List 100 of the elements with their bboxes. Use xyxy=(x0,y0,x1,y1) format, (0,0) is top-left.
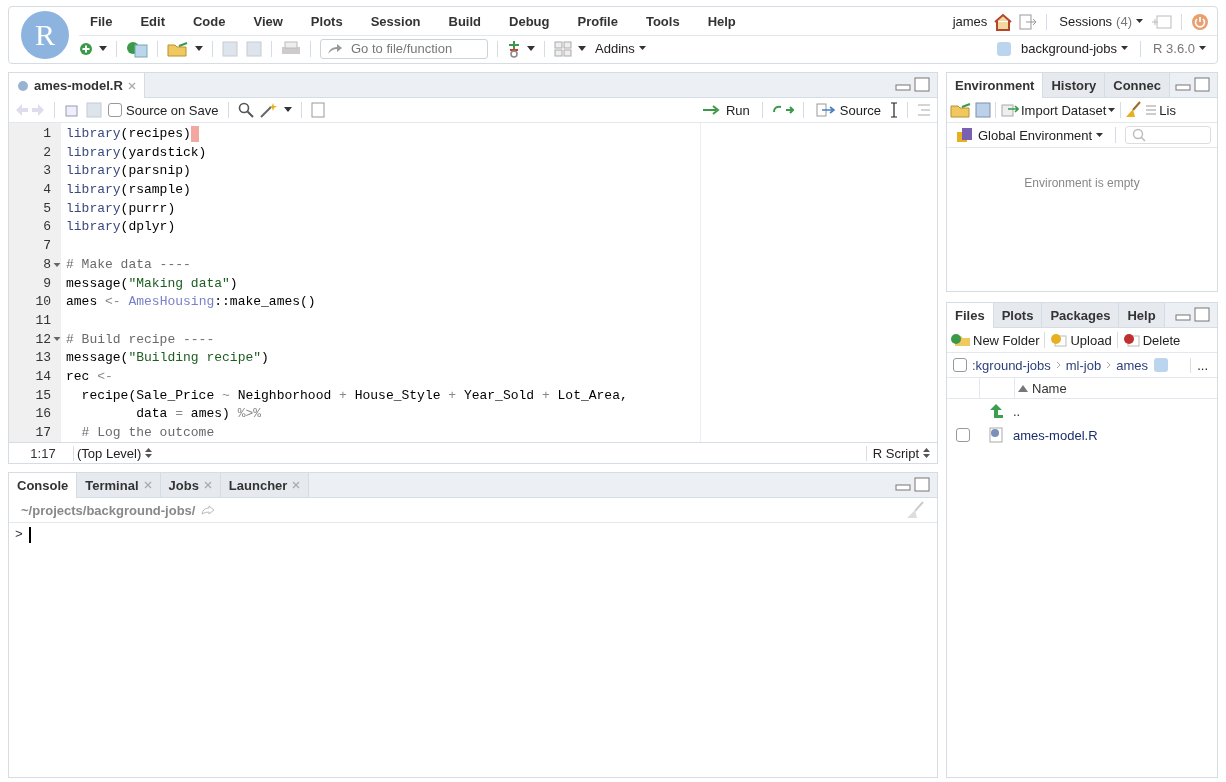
new-project-icon[interactable] xyxy=(126,39,148,58)
addins-menu[interactable]: Addins xyxy=(592,41,649,56)
code-line: recipe(Sale_Price ~ Neighborhood + House_Style + Year_Sold + Lot_Area, xyxy=(80,386,628,405)
arrow-icon xyxy=(327,42,343,55)
breadcrumb-link[interactable]: :kground-jobs xyxy=(972,357,1051,373)
project-icon[interactable] xyxy=(1153,357,1169,373)
console-tab[interactable]: Console xyxy=(9,473,78,498)
scope-menu[interactable]: (Top Level) xyxy=(74,445,156,461)
folder-icon[interactable] xyxy=(167,40,189,57)
select-all-checkbox[interactable] xyxy=(953,358,967,372)
chevron-icon xyxy=(1106,361,1112,369)
file-tab[interactable]: ames-model.R xyxy=(9,73,145,98)
window-controls-icon[interactable] xyxy=(1175,307,1211,323)
file-name-link[interactable]: .. xyxy=(1013,403,1021,419)
text-cursor-icon xyxy=(890,102,898,118)
close-icon[interactable] xyxy=(203,481,212,489)
arrow-icon[interactable] xyxy=(201,505,216,515)
name-column-header[interactable]: Name xyxy=(1015,380,1070,396)
code-line: library(purrr) xyxy=(66,199,176,218)
save-icon[interactable] xyxy=(222,40,238,57)
environment-tab[interactable]: History xyxy=(1043,73,1106,97)
environment-scope-menu[interactable]: Global Environment xyxy=(953,127,1107,143)
line-number: 16 xyxy=(35,405,51,424)
breadcrumb-link[interactable]: ames xyxy=(1116,357,1148,373)
menu-item[interactable]: Plots xyxy=(299,14,354,29)
popout-icon[interactable] xyxy=(64,102,80,118)
notebook-icon[interactable] xyxy=(310,102,325,118)
back-forward-icon[interactable] xyxy=(15,103,45,117)
console-tab[interactable]: Jobs xyxy=(160,473,221,497)
menu-item[interactable]: Debug xyxy=(498,14,561,29)
source-button[interactable]: Source xyxy=(812,102,884,118)
file-name-link[interactable]: ames-model.R xyxy=(1013,427,1098,443)
files-tab[interactable]: Files xyxy=(947,303,994,328)
menu-item[interactable]: Build xyxy=(437,14,492,29)
close-icon[interactable] xyxy=(127,81,136,90)
more-button[interactable]: ... xyxy=(1190,357,1211,373)
window-controls-icon[interactable] xyxy=(895,77,931,93)
r-version-menu[interactable]: R 3.6.0 xyxy=(1150,41,1209,56)
grid-layout-icon[interactable] xyxy=(554,40,572,57)
up-arrow-icon[interactable] xyxy=(988,403,1004,419)
delete-button[interactable]: Delete xyxy=(1121,332,1182,348)
files-tab[interactable]: Help xyxy=(1119,303,1165,327)
print-icon[interactable] xyxy=(281,40,301,57)
power-icon[interactable] xyxy=(1191,12,1209,31)
run-button[interactable]: Run xyxy=(698,102,753,118)
fold-icon[interactable] xyxy=(53,262,61,268)
save-icon[interactable] xyxy=(975,102,991,118)
row-checkbox[interactable] xyxy=(956,428,970,442)
go-to-file-field[interactable]: Go to file/function xyxy=(320,38,488,59)
source-on-save-checkbox[interactable]: Source on Save xyxy=(108,102,219,118)
menu-item[interactable]: Help xyxy=(696,14,747,29)
close-icon[interactable] xyxy=(292,481,301,489)
fold-icon[interactable] xyxy=(53,337,61,343)
line-number: 9 xyxy=(43,274,51,293)
file-type-menu[interactable]: R Script xyxy=(865,445,933,461)
caret-icon[interactable] xyxy=(99,45,107,52)
outline-icon[interactable] xyxy=(917,104,931,116)
broom-icon[interactable] xyxy=(1125,101,1142,119)
window-controls-icon[interactable] xyxy=(895,477,931,493)
files-tab[interactable]: Packages xyxy=(1042,303,1120,327)
new-folder-button[interactable]: New Folder xyxy=(950,332,1041,348)
new-file-icon[interactable] xyxy=(79,41,93,56)
environment-tab[interactable]: Environment xyxy=(947,73,1044,98)
caret-icon[interactable] xyxy=(195,45,203,52)
save-icon[interactable] xyxy=(86,102,102,118)
caret-icon[interactable] xyxy=(578,45,586,52)
caret-icon[interactable] xyxy=(527,45,535,52)
caret-icon[interactable] xyxy=(283,107,292,113)
project-menu[interactable]: background-jobs xyxy=(1017,41,1132,56)
menu-item[interactable]: File xyxy=(79,14,124,29)
import-dataset-menu[interactable]: Import Dataset xyxy=(1000,102,1117,118)
checkbox[interactable] xyxy=(108,103,122,117)
breadcrumb-link[interactable]: ml-job xyxy=(1065,357,1102,373)
save-all-icon[interactable] xyxy=(244,40,262,57)
close-icon[interactable] xyxy=(143,481,152,489)
sessions-menu[interactable]: Sessions (4) xyxy=(1056,14,1146,29)
menu-item[interactable]: Session xyxy=(359,14,432,29)
source-icon xyxy=(815,103,836,117)
files-tab[interactable]: Plots xyxy=(993,303,1043,327)
rerun-icon[interactable] xyxy=(771,104,794,116)
folder-icon[interactable] xyxy=(950,102,972,118)
caret-icon xyxy=(1136,19,1143,24)
console-tab[interactable]: Launcher xyxy=(220,473,310,497)
upload-button[interactable]: Upload xyxy=(1049,332,1113,348)
window-controls-icon[interactable] xyxy=(1175,77,1211,93)
magic-wand-icon[interactable] xyxy=(259,102,278,118)
sign-out-icon[interactable] xyxy=(1019,12,1038,31)
search-icon[interactable] xyxy=(237,102,254,118)
git-icon[interactable] xyxy=(507,39,521,58)
list-view-menu[interactable]: Lis xyxy=(1144,102,1177,118)
home-icon[interactable] xyxy=(993,12,1014,31)
console-tab[interactable]: Terminal xyxy=(77,473,161,497)
menu-item[interactable]: Tools xyxy=(634,14,691,29)
menu-item[interactable]: Code xyxy=(181,14,237,29)
menu-item[interactable]: Edit xyxy=(129,14,176,29)
menu-item[interactable]: View xyxy=(242,14,294,29)
menu-item[interactable]: Profile xyxy=(566,14,629,29)
environment-tab[interactable]: Connec xyxy=(1105,73,1170,97)
search-field[interactable] xyxy=(1125,126,1211,144)
new-session-icon[interactable] xyxy=(1152,13,1172,30)
